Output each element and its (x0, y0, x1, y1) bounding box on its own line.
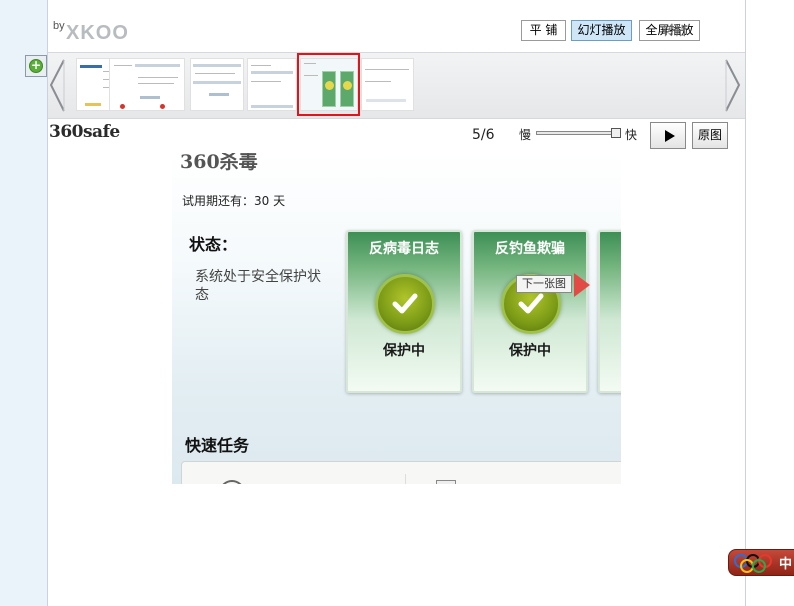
left-gutter (0, 0, 48, 606)
card-title: 反钓鱼欺骗 (495, 241, 565, 257)
card-state: 保护中 (383, 343, 425, 359)
slide-image[interactable]: 360杀毒 试用期还有：30 天 状态： 系统处于安全保护状态 反病毒日志 保护… (172, 153, 621, 484)
card-title: 反病毒日志 (369, 241, 439, 257)
selected-thumbnail-frame (297, 53, 360, 116)
brand-by-text: by (53, 20, 65, 32)
repost-link[interactable]: 转帖 (662, 22, 686, 39)
scan-icon (219, 480, 245, 484)
speed-fast-label: 快 (625, 128, 638, 142)
photo-trial-text: 试用期还有：30 天 (182, 194, 286, 208)
thumbnail-2[interactable] (109, 58, 185, 111)
thumbnail-6[interactable] (361, 58, 414, 111)
expand-button[interactable]: + (25, 55, 47, 77)
photo-card-anti-phishing: 反钓鱼欺骗 保护中 (472, 230, 588, 393)
slide-counter: 5/6 (472, 127, 495, 143)
photo-card-antivirus-log: 反病毒日志 保护中 (346, 230, 462, 393)
speed-slider-handle[interactable] (611, 128, 621, 138)
folder-icon (436, 480, 456, 484)
next-image-arrow-icon[interactable] (574, 273, 590, 297)
thumbnail-4[interactable] (247, 58, 297, 111)
plus-icon: + (29, 58, 43, 73)
olympic-rings-icon (734, 554, 772, 573)
tile-view-button[interactable]: 平 铺 (521, 20, 566, 41)
album-name: 360safe (49, 122, 120, 142)
olympic-badge[interactable]: 中 (728, 549, 794, 576)
slideshow-button[interactable]: 幻灯播放 (571, 20, 632, 41)
photo-app-title: 360杀毒 (180, 153, 258, 173)
photo-status-label: 状态： (189, 235, 238, 254)
original-image-button[interactable]: 原图 (692, 122, 728, 149)
next-image-tooltip[interactable]: 下一张图 (516, 275, 572, 293)
thumbnail-3[interactable] (190, 58, 244, 111)
frame-right-border (745, 0, 746, 606)
speed-slider-track[interactable] (536, 131, 618, 135)
badge-text: 中 (779, 557, 793, 572)
play-icon (665, 130, 675, 142)
photo-status-message: 系统处于安全保护状态 (195, 269, 321, 303)
checkmark-icon (375, 274, 435, 334)
xkoo-slideshow-viewer: by XKOO 平 铺 幻灯播放 全屏播放 转帖 + 360safe 5/6 慢… (0, 0, 794, 606)
prev-arrow-icon[interactable] (48, 58, 68, 113)
photo-card-partial (598, 230, 621, 393)
card-state: 保护中 (509, 343, 551, 359)
brand-name: XKOO (66, 22, 129, 44)
speed-slow-label: 慢 (519, 128, 532, 142)
viewer-toolbar (48, 119, 745, 153)
next-arrow-icon[interactable] (722, 58, 742, 113)
photo-quick-tasks-heading: 快速任务 (185, 436, 250, 455)
photo-quick-tasks-panel (181, 461, 621, 484)
play-button[interactable] (650, 122, 686, 149)
